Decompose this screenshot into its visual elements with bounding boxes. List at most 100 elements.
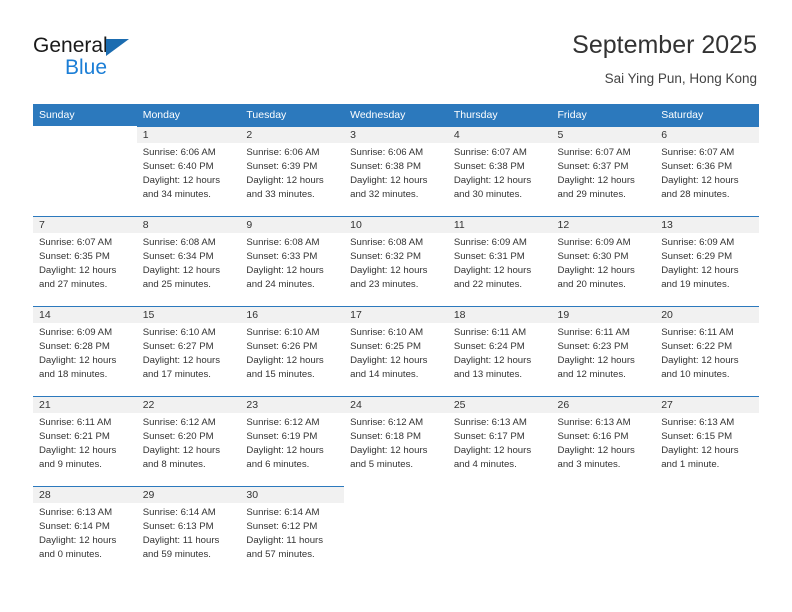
calendar-day-cell[interactable]: 22 Sunrise: 6:12 AM Sunset: 6:20 PM Dayligh…	[136, 396, 241, 486]
day-cell-inner: 16 Sunrise: 6:10 AM Sunset: 6:26 PM Dayligh…	[240, 306, 345, 396]
calendar-day-cell[interactable]: 21 Sunrise: 6:11 AM Sunset: 6:21 PM Dayligh…	[33, 396, 137, 486]
day-number: 2	[240, 127, 345, 143]
calendar-day-cell[interactable]: 13 Sunrise: 6:09 AM Sunset: 6:29 PM Dayligh…	[655, 216, 759, 306]
calendar-day-cell[interactable]: 19 Sunrise: 6:11 AM Sunset: 6:23 PM Dayligh…	[551, 306, 656, 396]
calendar-day-cell[interactable]: 5 Sunrise: 6:07 AM Sunset: 6:37 PM Daylight…	[551, 126, 656, 216]
calendar-day-cell[interactable]: 8 Sunrise: 6:08 AM Sunset: 6:34 PM Daylight…	[136, 216, 241, 306]
calendar-day-cell[interactable]: 3 Sunrise: 6:06 AM Sunset: 6:38 PM Daylight…	[344, 126, 448, 216]
calendar-day-cell[interactable]: 24 Sunrise: 6:12 AM Sunset: 6:18 PM Dayligh…	[344, 396, 448, 486]
brand-logo[interactable]: General Blue	[33, 34, 213, 84]
day-number: 28	[33, 487, 137, 503]
day-detail-line: Sunset: 6:33 PM	[246, 251, 318, 263]
calendar-empty-cell	[344, 486, 448, 576]
day-cell-inner: 14 Sunrise: 6:09 AM Sunset: 6:28 PM Dayligh…	[33, 306, 137, 396]
calendar-day-cell[interactable]: 20 Sunrise: 6:11 AM Sunset: 6:22 PM Dayligh…	[655, 306, 759, 396]
day-number: 6	[655, 127, 759, 143]
day-detail-line: Sunrise: 6:07 AM	[39, 237, 113, 248]
day-details: Sunrise: 6:13 AM Sunset: 6:14 PM Daylight:…	[33, 503, 137, 562]
calendar-day-cell[interactable]: 28 Sunrise: 6:13 AM Sunset: 6:14 PM Dayligh…	[33, 486, 137, 576]
day-detail-line: Sunset: 6:18 PM	[350, 431, 422, 443]
day-detail-line: Sunset: 6:29 PM	[661, 251, 733, 263]
day-cell-inner: 25 Sunrise: 6:13 AM Sunset: 6:17 PM Dayligh…	[447, 396, 552, 486]
day-detail-line: and 5 minutes.	[350, 459, 414, 471]
calendar-day-cell[interactable]: 17 Sunrise: 6:10 AM Sunset: 6:25 PM Dayligh…	[344, 306, 448, 396]
day-detail-line: and 25 minutes.	[142, 279, 211, 291]
day-detail-line: and 14 minutes.	[350, 369, 419, 381]
day-cell-inner: 7 Sunrise: 6:07 AM Sunset: 6:35 PM Daylight…	[33, 216, 137, 306]
day-detail-line: Daylight: 12 hours	[39, 445, 117, 457]
day-details: Sunrise: 6:07 AM Sunset: 6:36 PM Daylight:…	[655, 143, 759, 202]
day-number: 14	[33, 307, 137, 323]
day-detail-line: and 32 minutes.	[350, 189, 419, 201]
day-details: Sunrise: 6:08 AM Sunset: 6:32 PM Daylight:…	[344, 233, 448, 292]
calendar-day-cell[interactable]: 27 Sunrise: 6:13 AM Sunset: 6:15 PM Dayligh…	[655, 396, 759, 486]
calendar-day-cell[interactable]: 11 Sunrise: 6:09 AM Sunset: 6:31 PM Dayligh…	[447, 216, 552, 306]
calendar-day-cell[interactable]: 2 Sunrise: 6:06 AM Sunset: 6:39 PM Daylight…	[240, 126, 345, 216]
day-details: Sunrise: 6:09 AM Sunset: 6:30 PM Daylight:…	[552, 233, 656, 292]
weekday-header-tuesday: Tuesday	[240, 104, 345, 126]
day-details: Sunrise: 6:10 AM Sunset: 6:27 PM Daylight:…	[137, 323, 241, 382]
day-cell-inner: 18 Sunrise: 6:11 AM Sunset: 6:24 PM Dayligh…	[447, 306, 552, 396]
title-block: September 2025 Sai Ying Pun, Hong Kong	[572, 30, 757, 89]
calendar-week-row: 21 Sunrise: 6:11 AM Sunset: 6:21 PM Dayligh…	[33, 396, 759, 486]
day-detail-line: Sunrise: 6:09 AM	[557, 237, 631, 248]
calendar-day-cell[interactable]: 7 Sunrise: 6:07 AM Sunset: 6:35 PM Daylight…	[33, 216, 137, 306]
calendar-day-cell[interactable]: 18 Sunrise: 6:11 AM Sunset: 6:24 PM Dayligh…	[447, 306, 552, 396]
calendar-day-cell[interactable]: 9 Sunrise: 6:08 AM Sunset: 6:33 PM Daylight…	[240, 216, 345, 306]
day-details: Sunrise: 6:12 AM Sunset: 6:18 PM Daylight:…	[344, 413, 448, 472]
day-detail-line: Daylight: 12 hours	[246, 445, 324, 457]
weekday-header-sunday: Sunday	[33, 104, 137, 126]
day-detail-line: Daylight: 12 hours	[246, 265, 324, 277]
calendar-day-cell[interactable]: 30 Sunrise: 6:14 AM Sunset: 6:12 PM Dayligh…	[240, 486, 345, 576]
day-detail-line: Sunrise: 6:06 AM	[142, 147, 216, 158]
calendar-day-cell[interactable]: 10 Sunrise: 6:08 AM Sunset: 6:32 PM Dayligh…	[344, 216, 448, 306]
calendar-day-cell[interactable]: 23 Sunrise: 6:12 AM Sunset: 6:19 PM Dayligh…	[240, 396, 345, 486]
day-detail-line: Sunrise: 6:06 AM	[246, 147, 320, 158]
day-detail-line: Sunset: 6:32 PM	[350, 251, 422, 263]
day-detail-line: Sunset: 6:38 PM	[350, 161, 422, 173]
day-detail-line: and 13 minutes.	[453, 369, 523, 381]
calendar-day-cell[interactable]: 6 Sunrise: 6:07 AM Sunset: 6:36 PM Daylight…	[655, 126, 759, 216]
day-number: 11	[447, 217, 552, 233]
day-cell-inner: 27 Sunrise: 6:13 AM Sunset: 6:15 PM Dayligh…	[655, 396, 759, 486]
calendar-day-cell[interactable]: 16 Sunrise: 6:10 AM Sunset: 6:26 PM Dayligh…	[240, 306, 345, 396]
day-details: Sunrise: 6:08 AM Sunset: 6:34 PM Daylight:…	[137, 233, 241, 292]
calendar-day-cell[interactable]: 15 Sunrise: 6:10 AM Sunset: 6:27 PM Dayligh…	[136, 306, 241, 396]
calendar-day-cell[interactable]: 1 Sunrise: 6:06 AM Sunset: 6:40 PM Daylight…	[136, 126, 241, 216]
day-detail-line: Sunrise: 6:10 AM	[350, 327, 424, 338]
day-detail-line: Sunset: 6:35 PM	[39, 251, 110, 263]
day-cell-inner: 20 Sunrise: 6:11 AM Sunset: 6:22 PM Dayligh…	[655, 306, 759, 396]
calendar-day-cell[interactable]: 26 Sunrise: 6:13 AM Sunset: 6:16 PM Dayligh…	[551, 396, 656, 486]
calendar-day-cell[interactable]: 12 Sunrise: 6:09 AM Sunset: 6:30 PM Dayligh…	[551, 216, 656, 306]
day-detail-line: and 33 minutes.	[246, 189, 315, 201]
day-number	[344, 486, 448, 502]
day-detail-line: Sunrise: 6:14 AM	[142, 507, 216, 518]
day-details: Sunrise: 6:07 AM Sunset: 6:37 PM Daylight:…	[552, 143, 656, 202]
day-cell-inner: 11 Sunrise: 6:09 AM Sunset: 6:31 PM Dayligh…	[447, 216, 552, 306]
day-detail-line: Sunset: 6:14 PM	[39, 521, 110, 533]
day-number: 10	[344, 217, 448, 233]
day-details	[33, 142, 137, 145]
calendar-day-cell[interactable]: 25 Sunrise: 6:13 AM Sunset: 6:17 PM Dayligh…	[447, 396, 552, 486]
day-detail-line: and 12 minutes.	[557, 369, 626, 381]
day-cell-inner	[655, 486, 759, 576]
day-number: 18	[447, 307, 552, 323]
calendar-day-cell[interactable]: 4 Sunrise: 6:07 AM Sunset: 6:38 PM Daylight…	[447, 126, 552, 216]
brand-name-blue: Blue	[65, 56, 108, 79]
weekday-header-friday: Friday	[551, 104, 656, 126]
day-number: 25	[447, 397, 552, 413]
day-cell-inner: 29 Sunrise: 6:14 AM Sunset: 6:13 PM Dayligh…	[136, 486, 241, 576]
day-detail-line: Daylight: 12 hours	[142, 355, 221, 367]
calendar-day-cell[interactable]: 14 Sunrise: 6:09 AM Sunset: 6:28 PM Dayligh…	[33, 306, 137, 396]
day-detail-line: Sunset: 6:30 PM	[557, 251, 629, 263]
weekday-header-monday: Monday	[136, 104, 241, 126]
day-details: Sunrise: 6:07 AM Sunset: 6:38 PM Daylight:…	[448, 143, 552, 202]
day-detail-line: Sunset: 6:24 PM	[453, 341, 525, 353]
calendar-day-cell[interactable]: 29 Sunrise: 6:14 AM Sunset: 6:13 PM Dayligh…	[136, 486, 241, 576]
weekday-header-thursday: Thursday	[447, 104, 552, 126]
day-detail-line: and 9 minutes.	[39, 459, 102, 471]
calendar-week-row: 28 Sunrise: 6:13 AM Sunset: 6:14 PM Dayligh…	[33, 486, 759, 576]
day-number: 1	[136, 127, 241, 143]
day-details: Sunrise: 6:09 AM Sunset: 6:28 PM Daylight:…	[33, 323, 137, 382]
day-detail-line: Sunrise: 6:08 AM	[350, 237, 424, 248]
